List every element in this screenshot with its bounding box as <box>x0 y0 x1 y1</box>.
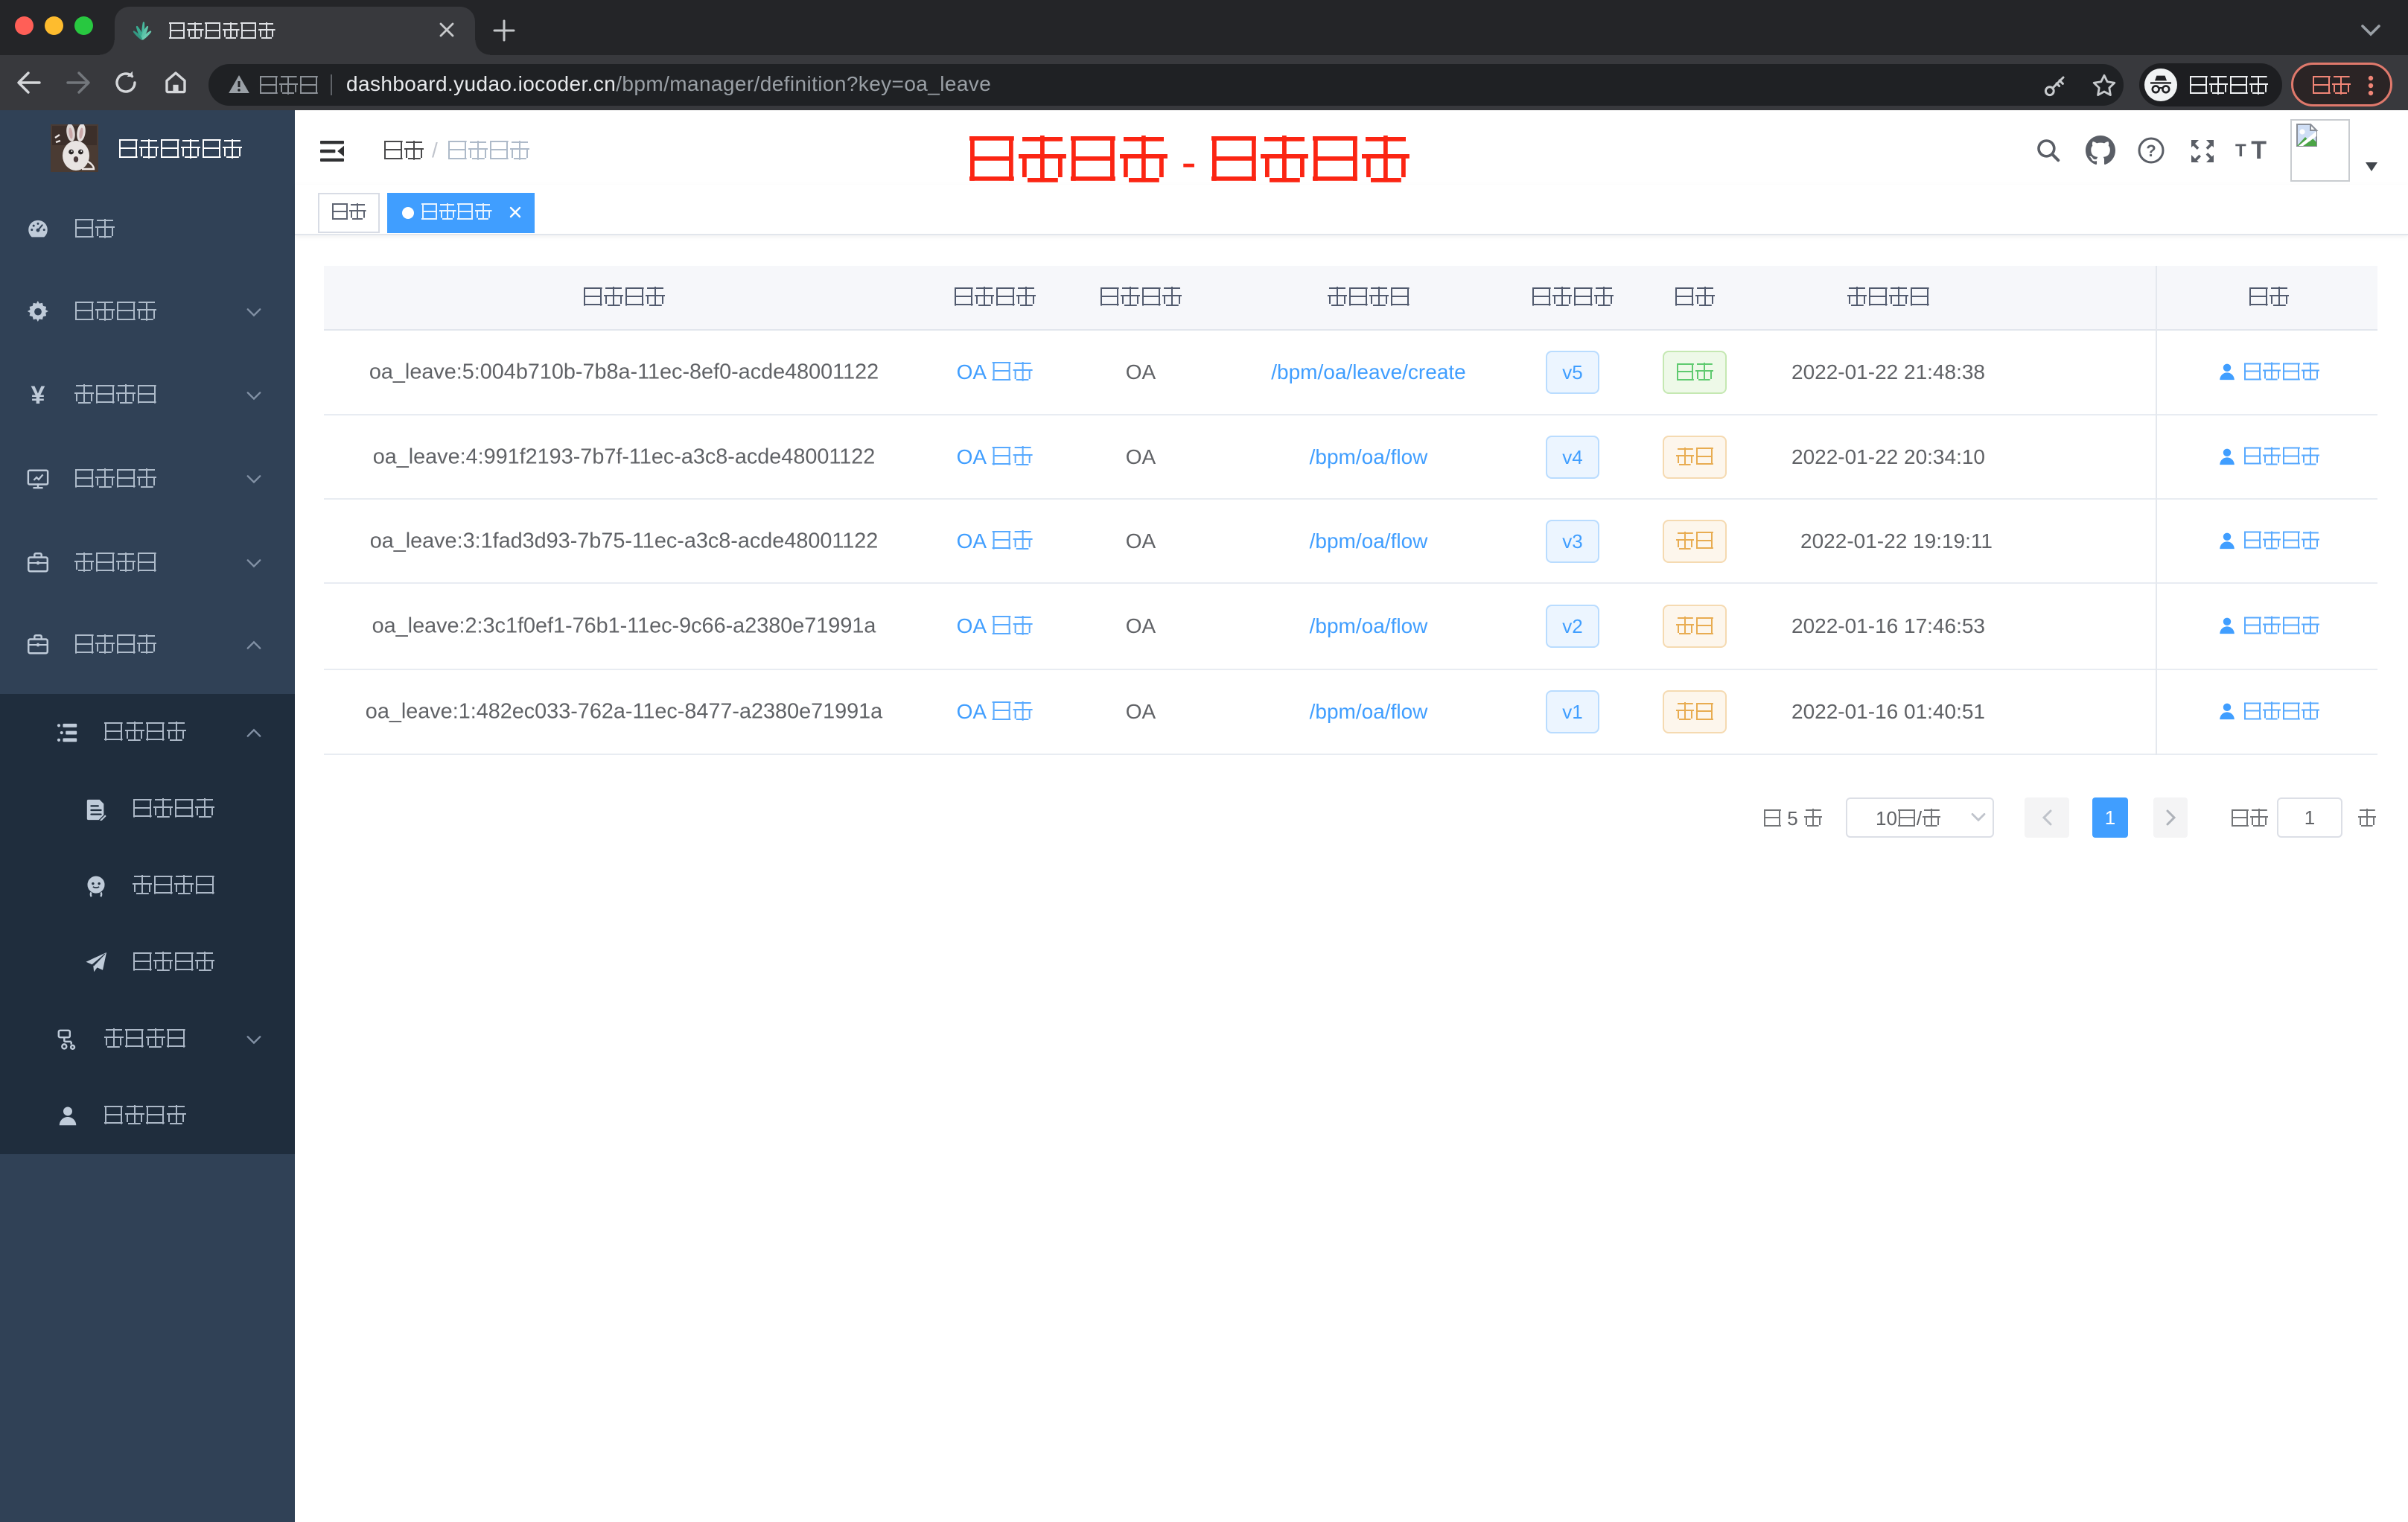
svg-text:?: ? <box>2146 141 2156 160</box>
